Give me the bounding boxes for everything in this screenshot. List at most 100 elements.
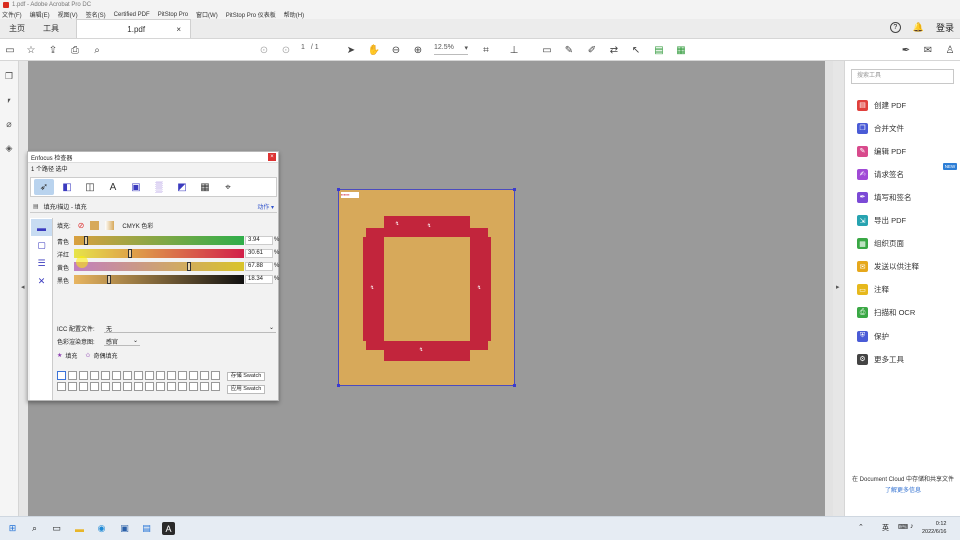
task-view-icon[interactable]: ▭ [50, 522, 63, 535]
bookmark-star-icon[interactable]: ☆ [24, 43, 38, 57]
layers-tab-icon[interactable]: ▦ [195, 179, 215, 195]
swatch-slot[interactable] [112, 382, 121, 391]
selection-handle[interactable] [337, 384, 340, 387]
acrobat-taskbar-icon[interactable]: A [162, 522, 175, 535]
bookmarks-icon[interactable]: ⎖ [3, 95, 15, 107]
swatch-slot[interactable] [68, 382, 77, 391]
selection-handle[interactable] [513, 384, 516, 387]
menu-window[interactable]: 窗口(W) [196, 10, 218, 19]
swatch-slot[interactable] [211, 371, 220, 380]
store-icon[interactable]: ▣ [118, 522, 131, 535]
yellow-slider[interactable] [74, 262, 244, 271]
swatch-slot[interactable] [57, 371, 66, 380]
layers-icon[interactable]: ◈ [3, 143, 15, 155]
select-arrow-icon[interactable]: ➤ [344, 43, 358, 57]
prev-page-icon[interactable]: ⊙ [257, 43, 271, 57]
comment-icon[interactable]: ▭ [540, 43, 554, 57]
fill-subtab-icon[interactable]: ▬ [31, 219, 52, 236]
attachments-icon[interactable]: ⌀ [3, 119, 15, 131]
rendering-intent-select[interactable]: 感官 ⌄ [104, 337, 140, 346]
tool-item[interactable]: ✉ 发送以供注释 [857, 261, 919, 273]
cloud-upload-icon[interactable]: ⇪ [46, 43, 60, 57]
tab-close-icon[interactable]: × [176, 25, 181, 34]
swatch-slot[interactable] [112, 371, 121, 380]
slider-handle[interactable] [186, 262, 191, 271]
page-current[interactable]: 1 [301, 44, 305, 55]
overprint-subtab-icon[interactable]: ✕ [31, 273, 52, 290]
menu-pitstop-pro[interactable]: PitStop Pro [158, 12, 188, 18]
swatch-slot[interactable] [68, 371, 77, 380]
volume-icon[interactable]: ♪ [910, 523, 914, 530]
enfocus-inspector-panel[interactable]: Enfocus 检查器 × 1 个路径 选中 ➶ ◧ ◫ A ▣ ▒ ◩ ▦ ⌖… [27, 151, 279, 401]
swatch-slot[interactable] [90, 382, 99, 391]
swatch-slot[interactable] [57, 382, 66, 391]
email-icon[interactable]: ✉ [921, 43, 935, 57]
selection-handle[interactable] [337, 188, 340, 191]
cyan-slider[interactable] [74, 236, 244, 245]
tray-chevron-icon[interactable]: ⌃ [858, 523, 864, 531]
right-pane-gutter[interactable]: ▸ [833, 61, 844, 516]
stroke-style-subtab-icon[interactable]: ☰ [31, 255, 52, 272]
scroll-mode-icon[interactable]: ⊥ [507, 43, 521, 57]
fill-stroke-tab-icon[interactable]: ◧ [57, 179, 77, 195]
menu-certified-pdf[interactable]: Certified PDF [114, 12, 150, 18]
zoom-dropdown[interactable]: 12.5% ▾ [434, 44, 468, 55]
menu-file[interactable]: 文件(F) [2, 10, 22, 19]
menu-pitstop-dashboard[interactable]: PitStop Pro 仪表板 [226, 10, 276, 19]
swatch-slot[interactable] [145, 382, 154, 391]
swatch-slot[interactable] [101, 371, 110, 380]
swatch-slot[interactable] [189, 382, 198, 391]
pdf-page[interactable]: ▪▪▪▪▪▪ ↯ ↯ ↯ ↯ ↯ [337, 188, 516, 387]
search-icon[interactable]: ⌕ [28, 522, 41, 535]
swatch-slot[interactable] [167, 371, 176, 380]
zoom-in-icon[interactable]: ⊕ [411, 43, 425, 57]
notepad-icon[interactable]: ▤ [140, 522, 153, 535]
tool-item[interactable]: ▭ 注释 [857, 284, 889, 296]
save-icon[interactable]: ▭ [3, 43, 17, 57]
slider-handle[interactable] [127, 249, 132, 258]
tool-item[interactable]: ▦ 组织页面 [857, 238, 904, 250]
windows-start-icon[interactable]: ⊞ [6, 522, 19, 535]
tool-item[interactable]: ✍ 请求签名 [857, 168, 904, 180]
swatch-slot[interactable] [79, 382, 88, 391]
no-fill-icon[interactable]: ⊘ [78, 221, 85, 230]
pitstop-select-icon[interactable]: ↖ [629, 43, 643, 57]
tool-item[interactable]: ✒ 填写和签名 [857, 191, 912, 203]
menu-help[interactable]: 帮助(H) [284, 10, 304, 19]
inspector-select-tab-icon[interactable]: ➶ [34, 179, 54, 195]
prepress-tab-icon[interactable]: ◩ [172, 179, 192, 195]
swatch-slot[interactable] [123, 382, 132, 391]
swatch-slot[interactable] [167, 382, 176, 391]
user-share-icon[interactable]: ♙ [943, 43, 957, 57]
print-icon[interactable]: ⎙ [68, 43, 82, 57]
system-clock[interactable]: 0:12 2022/6/16 [922, 520, 946, 536]
stroke-subtab-icon[interactable]: ▢ [31, 237, 52, 254]
tab-home[interactable]: 主页 [0, 19, 34, 38]
tool-item[interactable]: ❐ 合并文件 [857, 122, 904, 134]
position-tab-icon[interactable]: ⌖ [218, 179, 238, 195]
ime-indicator[interactable]: 英 [882, 523, 889, 533]
swatch-slot[interactable] [134, 382, 143, 391]
menu-sign[interactable]: 签名(S) [86, 10, 106, 19]
swatch-slot[interactable] [90, 371, 99, 380]
swatch-slot[interactable] [178, 371, 187, 380]
highlight-pen-icon[interactable]: ✎ [562, 43, 576, 57]
help-icon[interactable]: ? [889, 22, 901, 33]
icc-profile-select[interactable]: 无 ⌄ [104, 324, 276, 333]
black-slider[interactable] [74, 275, 244, 284]
search-icon[interactable]: ⌕ [90, 43, 104, 57]
image-tab-icon[interactable]: ▣ [126, 179, 146, 195]
swatch-slot[interactable] [211, 382, 220, 391]
next-page-icon[interactable]: ⊙ [279, 43, 293, 57]
share-icon[interactable]: ⇄ [607, 43, 621, 57]
crop-tool-icon[interactable]: ⌗ [479, 43, 493, 57]
close-icon[interactable]: × [268, 153, 276, 161]
tool-item[interactable]: ⚙ 更多工具 [857, 353, 904, 365]
swatch-slot[interactable] [123, 371, 132, 380]
yellow-value-input[interactable]: 67.88 [245, 262, 273, 271]
learn-more-link[interactable]: 了解更多信息 [849, 487, 957, 495]
swatch-slot[interactable] [79, 371, 88, 380]
magenta-slider[interactable] [74, 249, 244, 258]
collapse-left-icon[interactable]: ◂ [21, 283, 25, 291]
edge-browser-icon[interactable]: ◉ [95, 522, 108, 535]
